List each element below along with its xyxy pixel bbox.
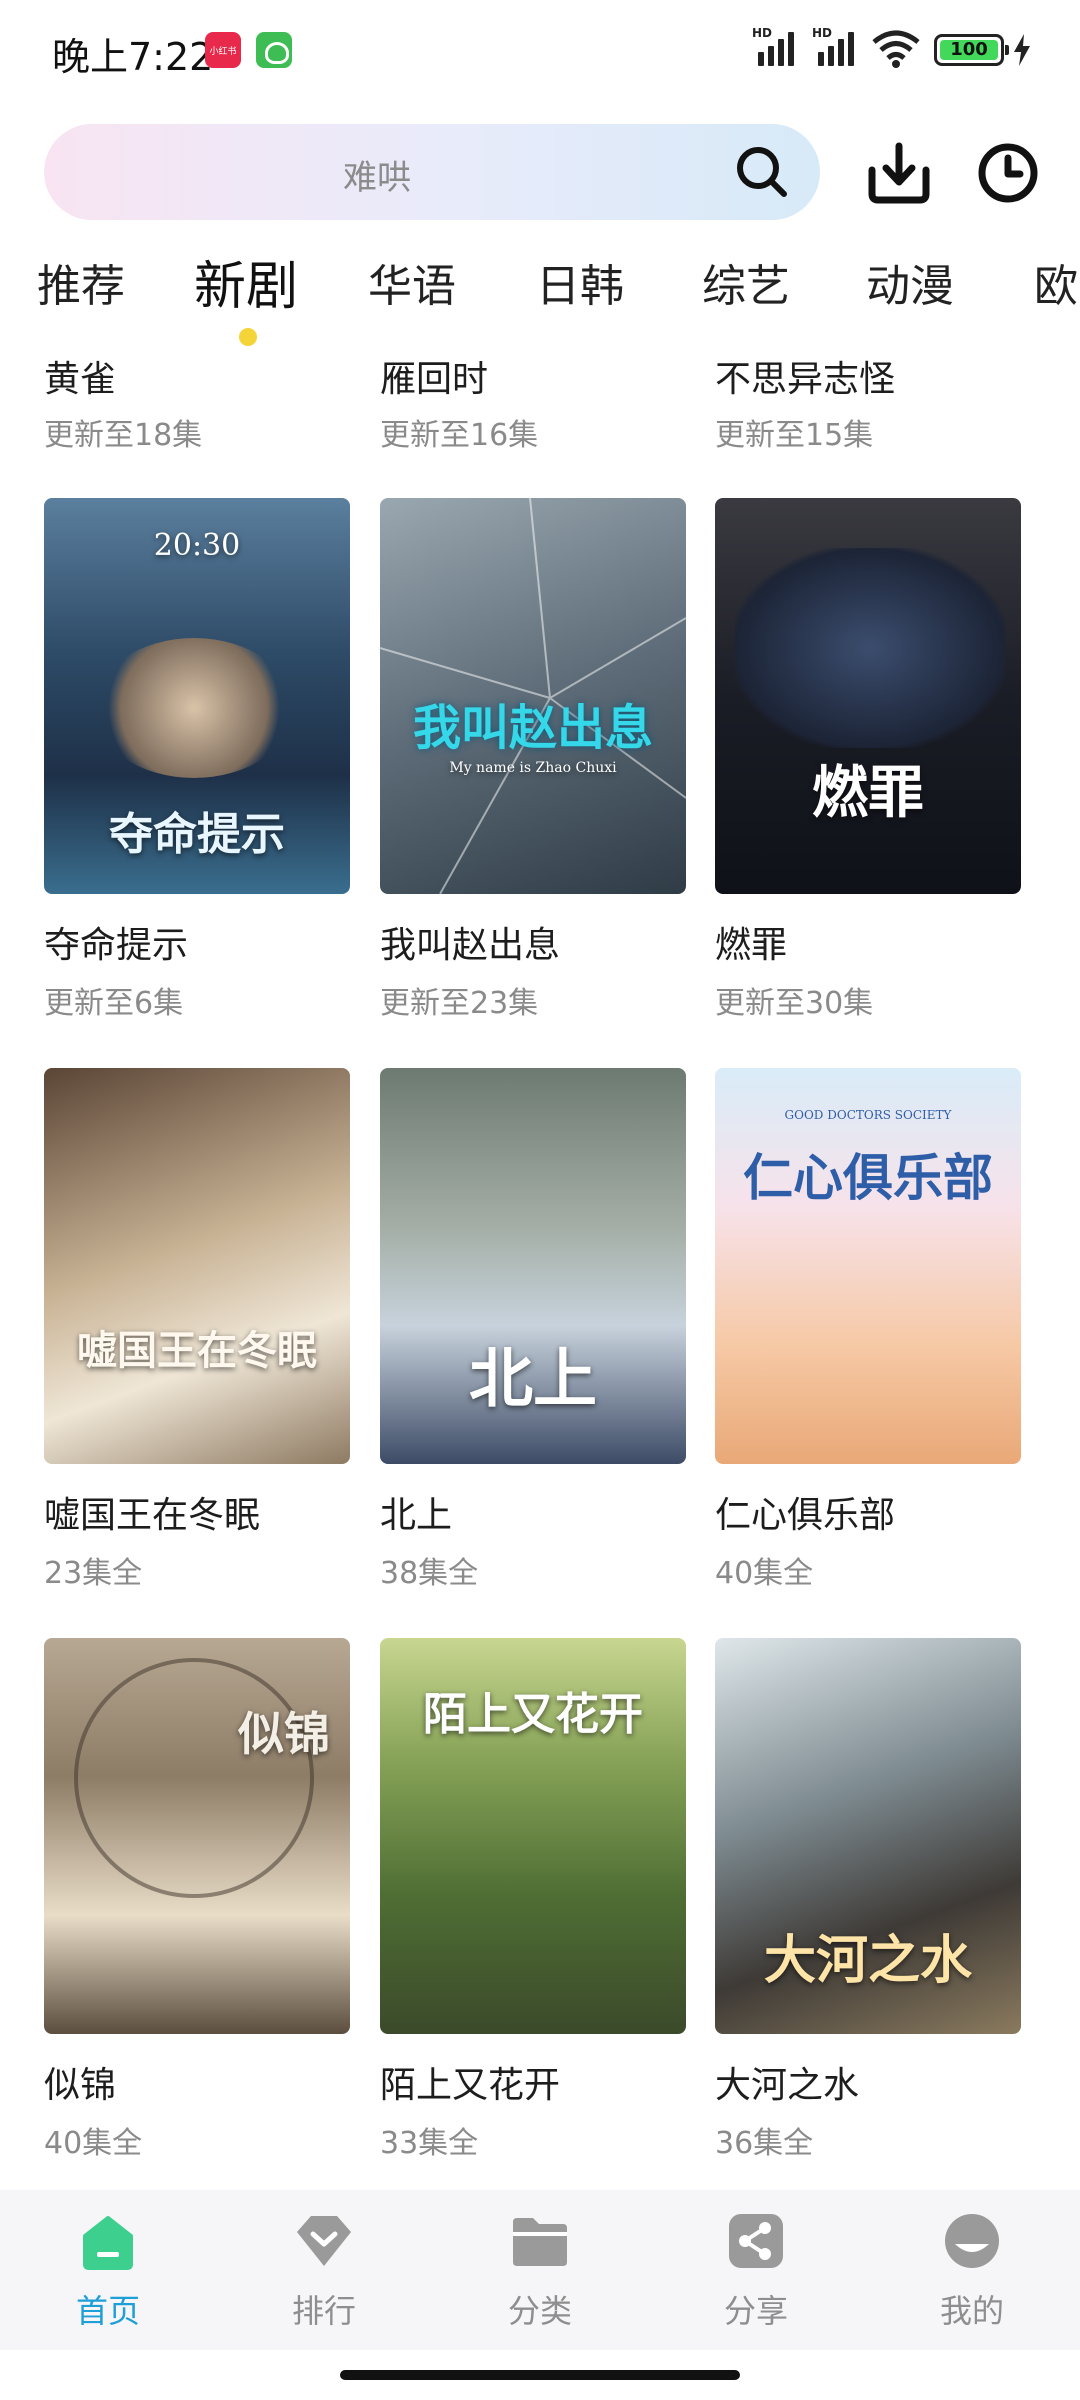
drama-title[interactable]: 雁回时 <box>380 350 488 402</box>
poster-title-art: 我叫赵出息 <box>412 700 653 756</box>
category-tabs: 推荐 新剧 华语 日韩 综艺 动漫 欧 <box>0 250 1080 350</box>
drama-episode-status: 更新至15集 <box>715 418 874 453</box>
poster-title-art: 陌上又花开 <box>423 1689 643 1740</box>
nav-label: 我的 <box>939 2292 1004 2330</box>
poster-title-art: 嘘国王在冬眠 <box>77 1327 317 1374</box>
nav-home[interactable]: 首页 <box>38 2210 178 2332</box>
drama-episode-status: 23集全 <box>44 1556 143 1591</box>
drama-poster[interactable]: 陌上又花开 <box>380 1638 686 2034</box>
poster-subtext: My name is Zhao Chuxi <box>449 760 617 776</box>
nav-ranking[interactable]: 排行 <box>254 2210 394 2332</box>
drama-episode-status: 更新至23集 <box>380 986 539 1021</box>
nav-label: 分享 <box>723 2292 788 2330</box>
search-placeholder: 难哄 <box>343 158 411 198</box>
drama-poster[interactable]: 似锦 <box>44 1638 350 2034</box>
share-icon <box>729 2214 783 2268</box>
drama-title[interactable]: 似锦 <box>44 2056 116 2108</box>
tab-japan-korea[interactable]: 日韩 <box>536 250 624 314</box>
signal-hd-label: HD <box>752 26 773 40</box>
active-tab-indicator <box>239 328 257 346</box>
drama-title[interactable]: 夺命提示 <box>44 916 188 968</box>
poster-figures <box>735 548 1005 748</box>
nav-category[interactable]: 分类 <box>470 2210 610 2332</box>
battery-level: 100 <box>940 40 998 60</box>
drama-episode-status: 40集全 <box>44 2126 143 2161</box>
tab-western[interactable]: 欧 <box>1034 250 1078 314</box>
poster-title-art: 似锦 <box>238 1707 330 1761</box>
tab-variety[interactable]: 综艺 <box>702 250 790 314</box>
drama-grid: 黄雀 更新至18集 雁回时 更新至16集 不思异志怪 更新至15集 20:30 … <box>0 350 1080 2190</box>
drama-episode-status: 36集全 <box>715 2126 814 2161</box>
tab-anime[interactable]: 动漫 <box>866 250 954 314</box>
ranking-icon <box>297 2216 351 2266</box>
drama-episode-status: 40集全 <box>715 1556 814 1591</box>
nav-label: 排行 <box>291 2292 356 2330</box>
drama-poster[interactable]: 仁心俱乐部 GOOD DOCTORS SOCIETY <box>715 1068 1021 1464</box>
drama-title[interactable]: 大河之水 <box>715 2056 859 2108</box>
tab-new-drama[interactable]: 新剧 <box>194 250 298 319</box>
drama-episode-status: 38集全 <box>380 1556 479 1591</box>
drama-poster[interactable]: 燃罪 <box>715 498 1021 894</box>
tab-chinese[interactable]: 华语 <box>368 250 456 314</box>
drama-poster[interactable]: 嘘国王在冬眠 <box>44 1068 350 1464</box>
drama-title[interactable]: 北上 <box>380 1486 452 1538</box>
drama-title[interactable]: 我叫赵出息 <box>380 916 560 968</box>
signal-icon: HD <box>812 26 854 66</box>
tab-recommend[interactable]: 推荐 <box>37 250 125 314</box>
drama-episode-status: 更新至18集 <box>44 418 203 453</box>
history-icon[interactable] <box>975 140 1041 206</box>
xiaohongshu-badge-icon: 小红书 <box>205 32 241 68</box>
drama-episode-status: 更新至16集 <box>380 418 539 453</box>
drama-episode-status: 33集全 <box>380 2126 479 2161</box>
drama-title[interactable]: 黄雀 <box>44 350 116 402</box>
status-bar: 晚上7:22 小红书 HD HD 100 <box>0 0 1080 100</box>
poster-title-art: 北上 <box>469 1342 597 1417</box>
wifi-icon <box>872 30 920 68</box>
drama-episode-status: 更新至30集 <box>715 986 874 1021</box>
poster-title-art: 仁心俱乐部 <box>743 1148 993 1207</box>
home-icon <box>83 2216 133 2270</box>
signal-hd-label: HD <box>812 26 833 40</box>
nav-share[interactable]: 分享 <box>686 2210 826 2332</box>
charging-icon <box>1014 34 1030 66</box>
search-bar[interactable]: 难哄 <box>44 124 820 220</box>
drama-poster[interactable]: 大河之水 <box>715 1638 1021 2034</box>
drama-title[interactable]: 不思异志怪 <box>715 350 895 402</box>
status-time: 晚上7:22 <box>52 35 214 79</box>
bottom-nav: 首页 排行 分类 分享 我的 <box>0 2190 1080 2350</box>
drama-title[interactable]: 陌上又花开 <box>380 2056 560 2108</box>
nav-label: 首页 <box>75 2292 140 2330</box>
download-icon[interactable] <box>866 140 932 206</box>
poster-title-art: 燃罪 <box>812 760 924 826</box>
drama-poster[interactable]: 20:30 夺命提示 <box>44 498 350 894</box>
poster-subtext: 20:30 <box>153 528 241 563</box>
folder-icon <box>513 2218 567 2266</box>
home-indicator[interactable] <box>340 2370 740 2380</box>
drama-poster[interactable]: 我叫赵出息 My name is Zhao Chuxi <box>380 498 686 894</box>
drama-title[interactable]: 燃罪 <box>715 916 787 968</box>
badge-label: 小红书 <box>209 46 237 57</box>
nav-label: 分类 <box>507 2292 572 2330</box>
app-notification-icon <box>256 32 292 68</box>
poster-figures <box>94 638 294 778</box>
profile-icon <box>945 2214 999 2268</box>
poster-circle-frame <box>74 1658 314 1898</box>
search-icon[interactable] <box>734 144 790 200</box>
signal-icon: HD <box>752 26 794 66</box>
drama-title[interactable]: 仁心俱乐部 <box>715 1486 895 1538</box>
nav-profile[interactable]: 我的 <box>902 2210 1042 2332</box>
poster-title-art: 夺命提示 <box>109 809 285 860</box>
drama-poster[interactable]: 北上 <box>380 1068 686 1464</box>
drama-episode-status: 更新至6集 <box>44 986 184 1021</box>
battery-icon: 100 <box>934 34 1009 66</box>
poster-title-art: 大河之水 <box>763 1930 972 1991</box>
poster-subtext: GOOD DOCTORS SOCIETY <box>784 1108 952 1122</box>
drama-title[interactable]: 嘘国王在冬眠 <box>44 1486 260 1538</box>
